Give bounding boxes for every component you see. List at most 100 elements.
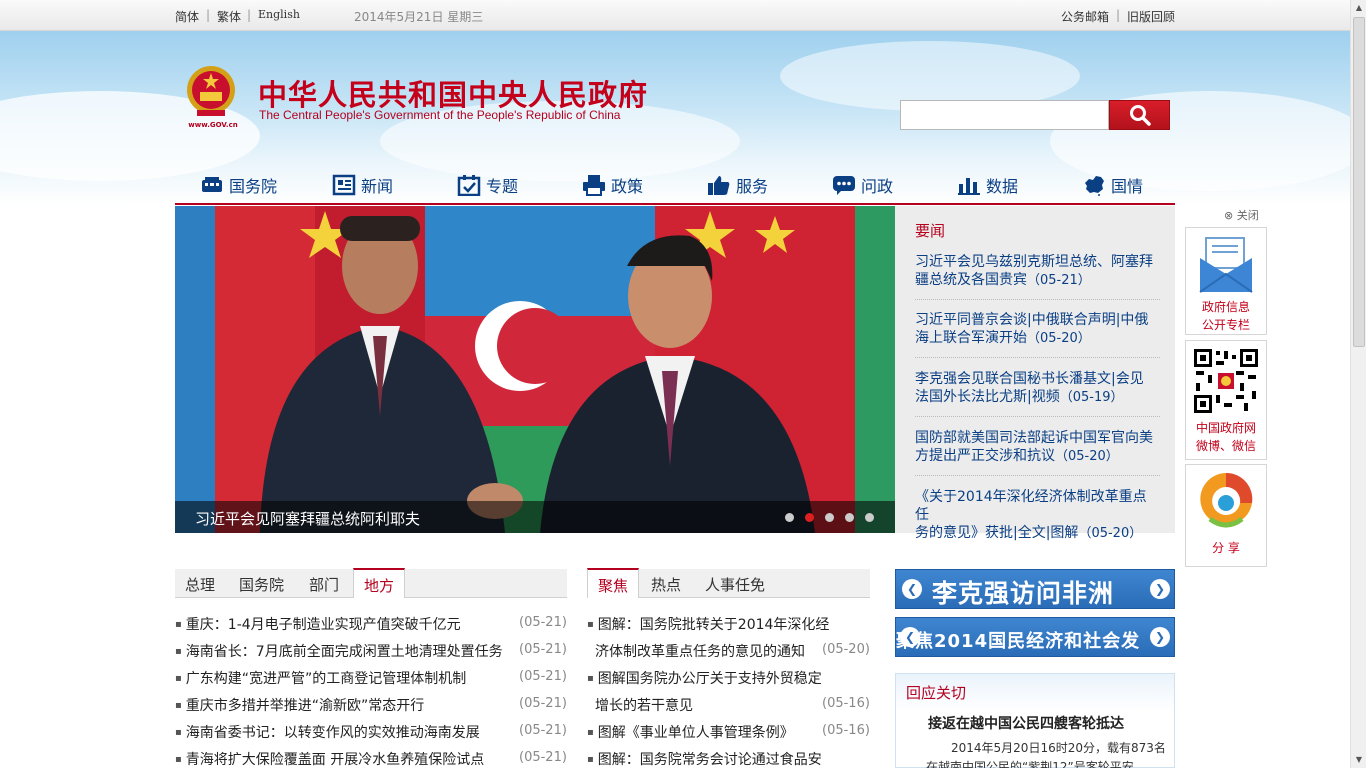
close-icon: ⊗ bbox=[1224, 209, 1234, 222]
list-item-text: 图解国务院办公厅关于支持外贸稳定 bbox=[597, 671, 822, 687]
gov-info-box[interactable]: 政府信息 公开专栏 bbox=[1185, 227, 1267, 335]
list-item-continued[interactable]: 增长的若干意见 bbox=[595, 695, 693, 715]
list-item-date: (05-21) bbox=[519, 615, 567, 630]
photo-slider[interactable]: 习近平会见阿塞拜疆总统阿利耶夫 bbox=[175, 206, 895, 533]
scroll-thumb[interactable] bbox=[1353, 17, 1365, 347]
lang-traditional-link[interactable]: 繁体 bbox=[217, 8, 241, 25]
news-item[interactable]: 习近平同普京会谈|中俄联合声明|中俄 海上联合军演开始（05-20） bbox=[915, 311, 1160, 358]
news-item[interactable]: 习近平会见乌兹别克斯坦总统、阿塞拜 疆总统及各国贵宾（05-21） bbox=[915, 253, 1160, 300]
banner-economy-2014[interactable]: 聚焦2014国民经济和社会发 ❮ ❯ bbox=[895, 617, 1175, 657]
mail-icon bbox=[1199, 237, 1253, 293]
list-item[interactable]: ▪ 重庆：1-4月电子制造业实现产值突破千亿元 bbox=[175, 614, 461, 634]
news-item[interactable]: 《关于2014年深化经济体制改革重点任 务的意见》获批|全文|图解（05-20） bbox=[915, 488, 1160, 552]
divider: | bbox=[206, 8, 211, 22]
reply-concerns-box: 回应关切 接返在越中国公民四艘客轮抵达 2014年5月20日16时20分，载有8… bbox=[895, 673, 1175, 768]
slider-dot-4[interactable] bbox=[845, 513, 854, 522]
tab-hot[interactable]: 热点 bbox=[651, 574, 681, 595]
slider-dot-1[interactable] bbox=[785, 513, 794, 522]
qr-label: 中国政府网 bbox=[1195, 421, 1256, 435]
list-item[interactable]: ▪ 广东构建“宽进严管”的工商登记管理体制机制 bbox=[175, 668, 466, 688]
news-item-line: 法国外长法比尤斯|视频 bbox=[915, 389, 1060, 405]
list-item[interactable]: ▪ 海南省委书记：以转变作风的实效推动海南发展 bbox=[175, 722, 480, 742]
tab-local[interactable]: 地方 bbox=[353, 568, 406, 598]
list-item[interactable]: ▪ 海南省长：7月底前全面完成闲置土地清理处置任务 bbox=[175, 641, 503, 661]
tab-departments[interactable]: 部门 bbox=[309, 574, 339, 595]
nav-label: 专题 bbox=[486, 177, 519, 196]
search-button[interactable] bbox=[1109, 100, 1170, 130]
nav-item-national-profile[interactable]: 国情 bbox=[1082, 173, 1143, 197]
chevron-left-icon[interactable]: ❮ bbox=[902, 579, 922, 599]
news-item-line: 习近平会见乌兹别克斯坦总统、阿塞拜 bbox=[915, 254, 1153, 270]
slide-photo bbox=[175, 206, 895, 533]
nav-item-data[interactable]: 数据 bbox=[957, 173, 1018, 197]
divider: | bbox=[1116, 8, 1121, 22]
state-council-icon bbox=[202, 177, 222, 192]
list-item-date: (05-21) bbox=[519, 696, 567, 711]
tab-premier[interactable]: 总理 bbox=[185, 574, 215, 595]
scroll-down-icon[interactable]: ▼ bbox=[1351, 752, 1366, 768]
nav-item-service[interactable]: 服务 bbox=[707, 173, 768, 197]
bullet: ▪ bbox=[175, 727, 182, 738]
page-scrollbar[interactable]: ▲ ▼ bbox=[1350, 0, 1366, 768]
news-item-line: 国防部就美国司法部起诉中国军官向美 bbox=[915, 430, 1153, 446]
nav-item-topics[interactable]: 专题 bbox=[457, 173, 518, 197]
bullet: ▪ bbox=[587, 673, 594, 684]
news-item-line: 习近平同普京会谈|中俄联合声明|中俄 bbox=[915, 312, 1149, 328]
news-item-line: 务的意见》获批|全文|图解 bbox=[915, 525, 1079, 541]
scroll-up-icon[interactable]: ▲ bbox=[1351, 0, 1366, 16]
list-item-text: 海南省委书记：以转变作风的实效推动海南发展 bbox=[185, 725, 480, 741]
nav-item-news[interactable]: 新闻 bbox=[332, 173, 393, 197]
reply-headline[interactable]: 接返在越中国公民四艘客轮抵达 bbox=[928, 713, 1124, 733]
list-item[interactable]: ▪ 图解：国务院常务会讨论通过食品安 bbox=[587, 749, 822, 768]
share-box[interactable]: 分 享 bbox=[1185, 464, 1267, 567]
slider-caption[interactable]: 习近平会见阿塞拜疆总统阿利耶夫 bbox=[195, 508, 420, 529]
list-item[interactable]: ▪ 图解国务院办公厅关于支持外贸稳定 bbox=[587, 668, 822, 688]
float-close-button[interactable]: ⊗ 关闭 bbox=[1224, 207, 1259, 223]
nav-label: 国情 bbox=[1111, 177, 1144, 196]
old-version-link[interactable]: 旧版回顾 bbox=[1127, 8, 1175, 25]
news-item-date: （05-21） bbox=[1027, 273, 1091, 288]
reply-title[interactable]: 回应关切 bbox=[906, 682, 966, 703]
list-item[interactable]: ▪ 图解：国务院批转关于2014年深化经 bbox=[587, 614, 829, 634]
slider-dot-5[interactable] bbox=[865, 513, 874, 522]
chevron-left-icon[interactable]: ❮ bbox=[900, 627, 920, 647]
lang-english-link[interactable]: English bbox=[258, 8, 300, 21]
chevron-right-icon[interactable]: ❯ bbox=[1150, 579, 1170, 599]
news-item[interactable]: 李克强会见联合国秘书长潘基文|会见 法国外长法比尤斯|视频（05-19） bbox=[915, 370, 1160, 417]
important-news-panel: 要闻 习近平会见乌兹别克斯坦总统、阿塞拜 疆总统及各国贵宾（05-21） 习近平… bbox=[895, 206, 1175, 541]
list-item[interactable]: ▪ 青海将扩大保险覆盖面 开展冷水鱼养殖保险试点 bbox=[175, 749, 484, 768]
chevron-right-icon[interactable]: ❯ bbox=[1150, 627, 1170, 647]
nav-item-state-council[interactable]: 国务院 bbox=[200, 173, 277, 197]
tab-state-council[interactable]: 国务院 bbox=[239, 574, 284, 595]
bullet: ▪ bbox=[175, 673, 182, 684]
slider-caption-bar: 习近平会见阿塞拜疆总统阿利耶夫 bbox=[175, 501, 895, 533]
tab-focus[interactable]: 聚焦 bbox=[587, 568, 640, 598]
share-icon bbox=[1200, 472, 1253, 528]
nav-label: 政策 bbox=[611, 177, 644, 196]
list-item-date: (05-21) bbox=[519, 750, 567, 765]
news-item-line: 疆总统及各国贵宾 bbox=[915, 272, 1027, 288]
mailbox-link[interactable]: 公务邮箱 bbox=[1061, 8, 1109, 25]
tab-appointments[interactable]: 人事任免 bbox=[705, 574, 765, 595]
slider-dot-2[interactable] bbox=[805, 513, 814, 522]
qr-code-box[interactable]: 中国政府网 微博、微信 bbox=[1185, 340, 1267, 460]
lang-simplified-link[interactable]: 简体 bbox=[175, 8, 199, 25]
important-news-title[interactable]: 要闻 bbox=[915, 220, 945, 241]
news-item[interactable]: 国防部就美国司法部起诉中国军官向美 方提出严正交涉和抗议（05-20） bbox=[915, 429, 1160, 476]
list-item[interactable]: ▪ 图解《事业单位人事管理条例》 bbox=[587, 722, 794, 742]
list-item-date: (05-21) bbox=[519, 642, 567, 657]
banner-premier-africa[interactable]: ❮ 李克强访问非洲 ❯ bbox=[895, 569, 1175, 609]
mid-tabbar: 聚焦 热点 人事任免 bbox=[587, 568, 870, 598]
nav-item-inquiry[interactable]: 问政 bbox=[832, 173, 893, 197]
printer-icon bbox=[583, 175, 605, 196]
list-item[interactable]: ▪ 重庆市多措并举推进“渝新欧”常态开行 bbox=[175, 695, 424, 715]
list-item-text: 重庆：1-4月电子制造业实现产值突破千亿元 bbox=[185, 617, 461, 633]
list-item-text: 重庆市多措并举推进“渝新欧”常态开行 bbox=[185, 698, 425, 714]
nav-item-policy[interactable]: 政策 bbox=[582, 173, 643, 197]
list-item-date: (05-21) bbox=[519, 669, 567, 684]
national-emblem-icon[interactable] bbox=[185, 64, 237, 118]
list-item-text: 青海将扩大保险覆盖面 开展冷水鱼养殖保险试点 bbox=[185, 752, 485, 768]
search-input[interactable] bbox=[900, 100, 1109, 130]
list-item-continued[interactable]: 济体制改革重点任务的意见的通知 bbox=[595, 641, 805, 661]
slider-dot-3[interactable] bbox=[825, 513, 834, 522]
